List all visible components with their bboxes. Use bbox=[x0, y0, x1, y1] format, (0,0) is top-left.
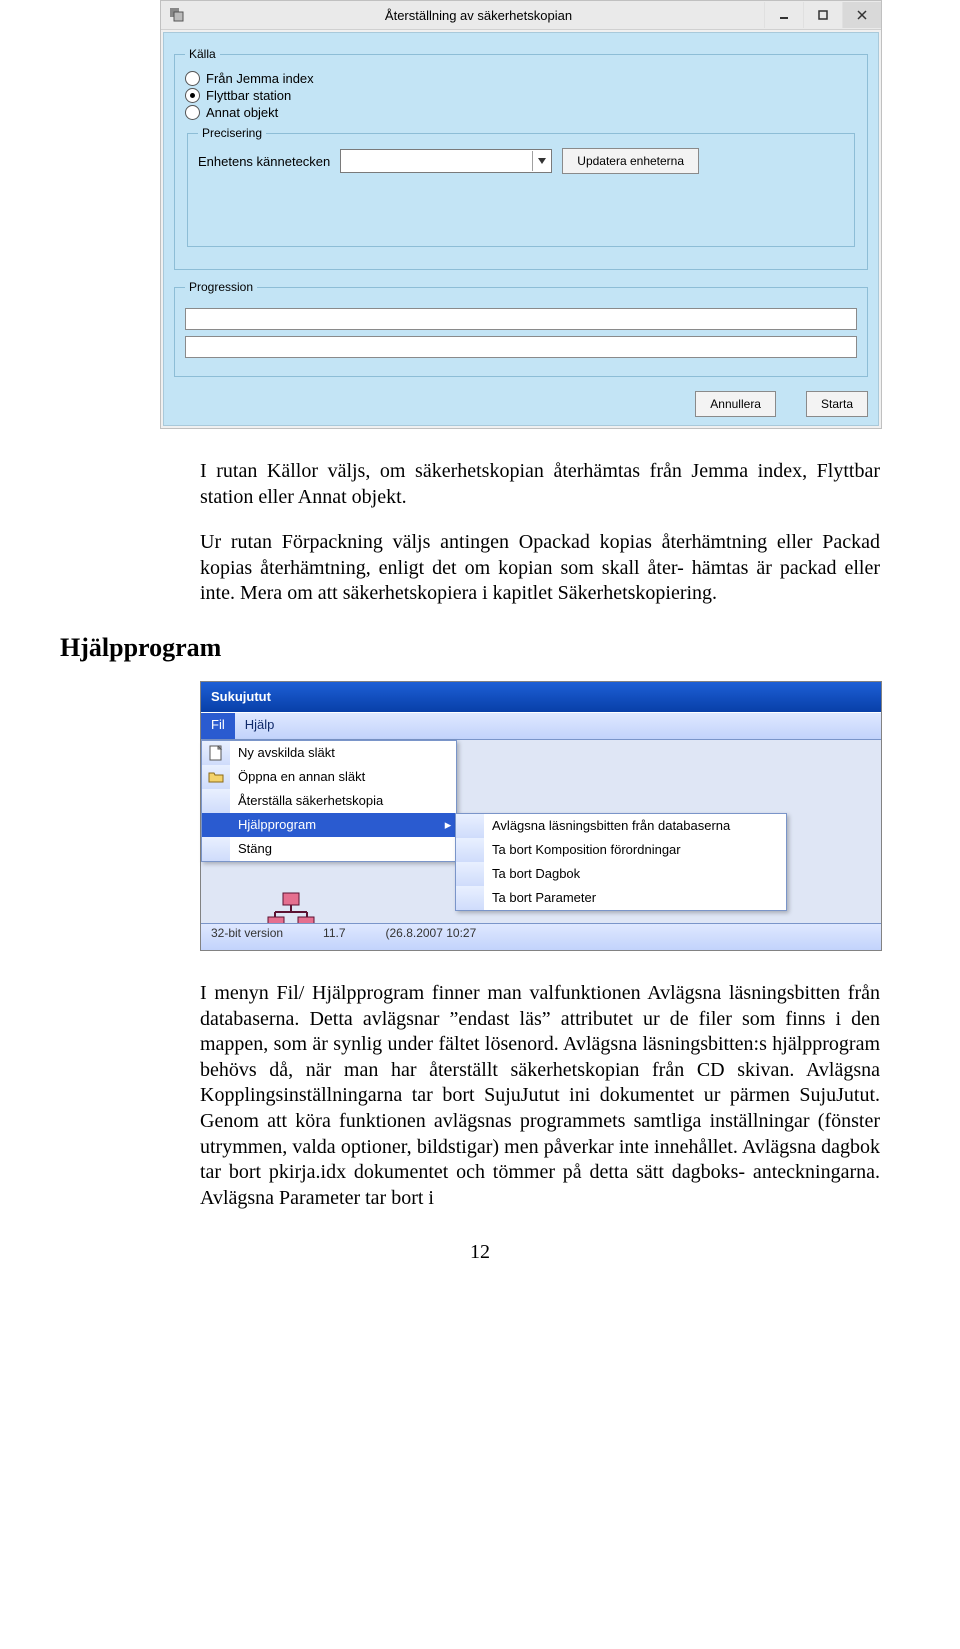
submenu-item-remove-readonly[interactable]: Avlägsna läsningsbitten från databaserna bbox=[456, 814, 786, 838]
radio-icon bbox=[185, 88, 200, 103]
statusbar: 32-bit version 11.7 (26.8.2007 10:27 bbox=[201, 923, 881, 950]
maximize-button[interactable] bbox=[803, 2, 842, 28]
menubar: Fil Hjälp bbox=[201, 712, 881, 740]
paragraph-3: I menyn Fil/ Hjälpprogram finner man val… bbox=[200, 981, 880, 1211]
minimize-button[interactable] bbox=[764, 2, 803, 28]
paragraph-1: I rutan Källor väljs, om säkerhetskopian… bbox=[200, 459, 880, 510]
sukujutut-window: Sukujutut Fil Hjälp Ny avskilda släkt bbox=[200, 681, 882, 951]
blank-icon bbox=[202, 789, 230, 813]
menu-item-open-family[interactable]: Öppna en annan släkt bbox=[202, 765, 456, 789]
radio-from-jemma[interactable]: Från Jemma index bbox=[185, 71, 857, 86]
blank-icon bbox=[456, 814, 484, 838]
progression-group: Progression bbox=[174, 280, 868, 377]
precision-legend: Precisering bbox=[198, 126, 266, 140]
menubar-item-hjalp[interactable]: Hjälp bbox=[235, 713, 285, 739]
menu-item-close[interactable]: Stäng bbox=[202, 837, 456, 861]
submenu-item-remove-composition[interactable]: Ta bort Komposition förordningar bbox=[456, 838, 786, 862]
radio-other-object[interactable]: Annat objekt bbox=[185, 105, 857, 120]
cancel-button[interactable]: Annullera bbox=[695, 391, 776, 417]
app-icon bbox=[169, 7, 185, 23]
new-doc-icon bbox=[202, 741, 230, 765]
precision-group: Precisering Enhetens kännetecken Updater… bbox=[187, 126, 855, 247]
submenu-arrow-icon: ▸ bbox=[440, 817, 456, 833]
radio-icon bbox=[185, 71, 200, 86]
window-title: Sukujutut bbox=[211, 689, 271, 704]
status-version: 11.7 bbox=[323, 926, 345, 948]
menu-item-new-family[interactable]: Ny avskilda släkt bbox=[202, 741, 456, 765]
blank-icon bbox=[202, 837, 230, 861]
progress-bar-2 bbox=[185, 336, 857, 358]
start-button[interactable]: Starta bbox=[806, 391, 868, 417]
unit-mark-label: Enhetens kännetecken bbox=[198, 154, 330, 169]
progression-legend: Progression bbox=[185, 280, 257, 294]
status-bit: 32-bit version bbox=[211, 926, 283, 948]
radio-removable-station[interactable]: Flyttbar station bbox=[185, 88, 857, 103]
blank-icon bbox=[202, 813, 230, 837]
chevron-down-icon bbox=[532, 151, 551, 171]
file-dropdown: Ny avskilda släkt Öppna en annan släkt Å… bbox=[201, 740, 457, 862]
menu-item-restore-backup[interactable]: Återställa säkerhetskopia bbox=[202, 789, 456, 813]
page-number: 12 bbox=[60, 1241, 900, 1264]
radio-icon bbox=[185, 105, 200, 120]
blank-icon bbox=[456, 838, 484, 862]
window-titlebar: Sukujutut bbox=[201, 682, 881, 712]
blank-icon bbox=[456, 886, 484, 910]
dialog-title: Återställning av säkerhetskopian bbox=[193, 8, 764, 23]
menubar-item-fil[interactable]: Fil bbox=[201, 713, 235, 739]
restore-backup-dialog: Återställning av säkerhetskopian Källa F… bbox=[160, 0, 882, 429]
unit-mark-combo[interactable] bbox=[340, 149, 552, 173]
source-group: Källa Från Jemma index Flyttbar station … bbox=[174, 47, 868, 270]
submenu-item-remove-diary[interactable]: Ta bort Dagbok bbox=[456, 862, 786, 886]
section-heading: Hjälpprogram bbox=[60, 633, 900, 663]
blank-icon bbox=[456, 862, 484, 886]
source-legend: Källa bbox=[185, 47, 220, 61]
progress-bar-1 bbox=[185, 308, 857, 330]
status-date: (26.8.2007 10:27 bbox=[386, 926, 477, 948]
update-units-button[interactable]: Updatera enheterna bbox=[562, 148, 699, 174]
paragraph-2: Ur rutan Förpackning väljs antingen Opac… bbox=[200, 530, 880, 607]
dialog-titlebar: Återställning av säkerhetskopian bbox=[161, 1, 881, 30]
open-folder-icon bbox=[202, 765, 230, 789]
submenu-item-remove-parameter[interactable]: Ta bort Parameter bbox=[456, 886, 786, 910]
helpers-submenu: Avlägsna läsningsbitten från databaserna… bbox=[455, 813, 787, 911]
menu-item-helpers[interactable]: Hjälpprogram ▸ bbox=[202, 813, 456, 837]
close-button[interactable] bbox=[842, 2, 881, 28]
